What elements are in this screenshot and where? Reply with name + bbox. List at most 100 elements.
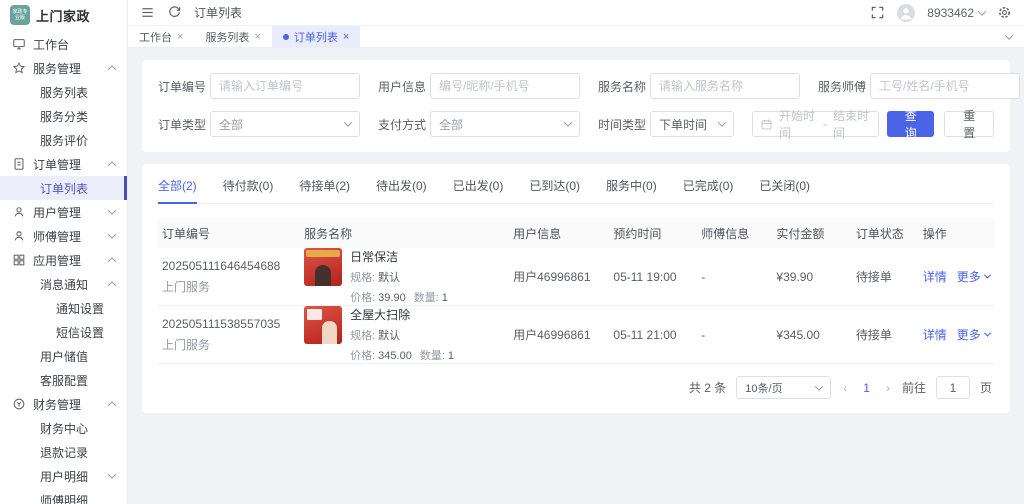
service-master-input[interactable] — [870, 73, 1020, 99]
more-link[interactable]: 更多 — [957, 268, 991, 285]
status-tab-departed[interactable]: 已出发(0) — [453, 177, 504, 203]
tab-service-list[interactable]: 服务列表 × — [194, 26, 271, 47]
refresh-icon[interactable] — [167, 5, 182, 20]
sidebar-item-order-management[interactable]: 订单管理 — [0, 152, 127, 176]
top-header-bar: 订单列表 8933462 — [128, 0, 1024, 26]
appointment-time: 05-11 19:00 — [613, 269, 677, 284]
page-number[interactable]: 1 — [859, 381, 874, 395]
pagination: 共 2 条 10条/页 ‹ 1 › 前往 页 — [158, 364, 994, 405]
sidebar-item-service-review[interactable]: 服务评价 — [0, 128, 127, 152]
user-icon — [12, 205, 26, 219]
chevron-down-icon — [563, 118, 573, 127]
worker-icon — [12, 229, 26, 243]
goto-page-input[interactable] — [935, 376, 970, 399]
chevron-down-icon — [717, 118, 727, 127]
user-id: 8933462 — [927, 5, 974, 20]
status-tab-unpaid[interactable]: 待付款(0) — [223, 177, 274, 203]
pay-way-select[interactable]: 全部 — [430, 111, 580, 137]
status-tabs: 全部(2) 待付款(0) 待接单(2) 待出发(0) 已出发(0) 已到达(0)… — [158, 164, 994, 204]
sidebar-item-user-detail[interactable]: 用户明细 — [0, 464, 127, 488]
sidebar-item-master-detail[interactable]: 师傅明细 — [0, 488, 127, 504]
more-link[interactable]: 更多 — [957, 326, 991, 343]
tab-order-list[interactable]: 订单列表 × — [271, 26, 361, 47]
tab-workbench[interactable]: 工作台 × — [128, 26, 194, 47]
chevron-up-icon — [107, 161, 117, 170]
user-menu[interactable]: 8933462 — [927, 5, 987, 20]
sidebar-item-finance-center[interactable]: 财务中心 — [0, 416, 127, 440]
order-status: 待接单 — [855, 328, 892, 342]
fullscreen-icon[interactable] — [870, 5, 885, 20]
table-row: 202505111646454688 上门服务 日常保洁 规格: 默认 价格: 39… — [158, 248, 994, 306]
sidebar-item-app-management[interactable]: 应用管理 — [0, 248, 127, 272]
sidebar-item-user-stored-value[interactable]: 用户储值 — [0, 344, 127, 368]
sidebar-item-service-list[interactable]: 服务列表 — [0, 80, 127, 104]
sidebar-item-user-management[interactable]: 用户管理 — [0, 200, 127, 224]
sidebar-item-notify-settings[interactable]: 通知设置 — [0, 296, 127, 320]
master-info: - — [701, 327, 706, 342]
order-table-panel: 全部(2) 待付款(0) 待接单(2) 待出发(0) 已出发(0) 已到达(0)… — [142, 164, 1010, 413]
status-tab-in-service[interactable]: 服务中(0) — [606, 177, 657, 203]
status-tab-pending-accept[interactable]: 待接单(2) — [299, 177, 350, 203]
chevron-down-icon — [107, 470, 117, 479]
status-tab-arrived[interactable]: 已到达(0) — [529, 177, 580, 203]
user-info-input[interactable] — [430, 73, 580, 99]
main-content: 订单编号 用户信息 服务名称 服务师傅 订单类型 全部 — [128, 48, 1024, 425]
date-range-picker[interactable]: 开始时间 - 结束时间 — [752, 109, 879, 140]
grid-icon — [12, 253, 26, 267]
service-name: 日常保洁 — [350, 250, 399, 264]
page-size-select[interactable]: 10条/页 — [736, 376, 832, 399]
date-start-placeholder: 开始时间 — [779, 109, 816, 140]
chevron-down-icon — [983, 271, 991, 279]
service-name-input[interactable] — [650, 73, 800, 99]
close-icon[interactable]: × — [254, 31, 260, 43]
sidebar-item-customer-service-config[interactable]: 客服配置 — [0, 368, 127, 392]
collapse-sidebar-icon[interactable] — [140, 5, 155, 20]
order-type-select[interactable]: 全部 — [210, 111, 360, 137]
user-info: 用户46996861 — [513, 328, 591, 342]
avatar[interactable] — [897, 3, 916, 22]
detail-link[interactable]: 详情 — [923, 270, 947, 284]
status-tab-pending-depart[interactable]: 待出发(0) — [376, 177, 427, 203]
pay-way-label: 支付方式 — [378, 117, 427, 132]
search-button[interactable]: 查询 — [886, 109, 935, 140]
tab-options-chevron-icon[interactable] — [1004, 30, 1014, 40]
status-tab-closed[interactable]: 已关闭(0) — [759, 177, 810, 203]
sidebar-item-workbench[interactable]: 工作台 — [0, 32, 127, 56]
order-type: 上门服务 — [162, 337, 211, 352]
next-page-button[interactable]: › — [884, 381, 892, 395]
sidebar-item-service-category[interactable]: 服务分类 — [0, 104, 127, 128]
sidebar-item-message-notify[interactable]: 消息通知 — [0, 272, 127, 296]
paid-amount: ¥345.00 — [776, 327, 820, 342]
order-number: 202505111646454688 — [162, 258, 281, 273]
status-tab-all[interactable]: 全部(2) — [158, 177, 197, 204]
sidebar-item-refund-records[interactable]: 退款记录 — [0, 440, 127, 464]
detail-link[interactable]: 详情 — [923, 328, 947, 342]
chevron-down-icon — [107, 206, 117, 215]
sidebar-item-service-management[interactable]: 服务管理 — [0, 56, 127, 80]
page-unit-label: 页 — [979, 381, 992, 395]
gear-icon[interactable] — [997, 5, 1012, 20]
close-icon[interactable]: × — [343, 31, 349, 43]
order-no-input[interactable] — [210, 73, 360, 99]
master-info: - — [701, 269, 706, 284]
finance-icon — [12, 397, 26, 411]
sidebar-menu: 工作台 服务管理 服务列表 服务分类 服务评价 订单管理 订单列表 用户管理 师… — [0, 30, 127, 504]
sidebar-item-finance-management[interactable]: 财务管理 — [0, 392, 127, 416]
sidebar-item-order-list[interactable]: 订单列表 — [0, 176, 127, 200]
status-tab-completed[interactable]: 已完成(0) — [683, 177, 734, 203]
chevron-down-icon — [977, 6, 987, 16]
chevron-down-icon — [343, 118, 353, 127]
service-thumbnail — [304, 248, 343, 286]
prev-page-button[interactable]: ‹ — [841, 381, 849, 395]
close-icon[interactable]: × — [177, 31, 183, 43]
date-end-placeholder: 结束时间 — [832, 109, 869, 140]
chevron-up-icon — [107, 65, 117, 74]
user-info-label: 用户信息 — [378, 79, 427, 94]
time-type-select[interactable]: 下单时间 — [650, 111, 734, 137]
sidebar-item-sms-settings[interactable]: 短信设置 — [0, 320, 127, 344]
chevron-down-icon — [107, 230, 117, 239]
star-icon — [12, 61, 26, 75]
appointment-time: 05-11 21:00 — [613, 327, 677, 342]
sidebar-item-master-management[interactable]: 师傅管理 — [0, 224, 127, 248]
reset-button[interactable]: 重置 — [944, 109, 994, 140]
